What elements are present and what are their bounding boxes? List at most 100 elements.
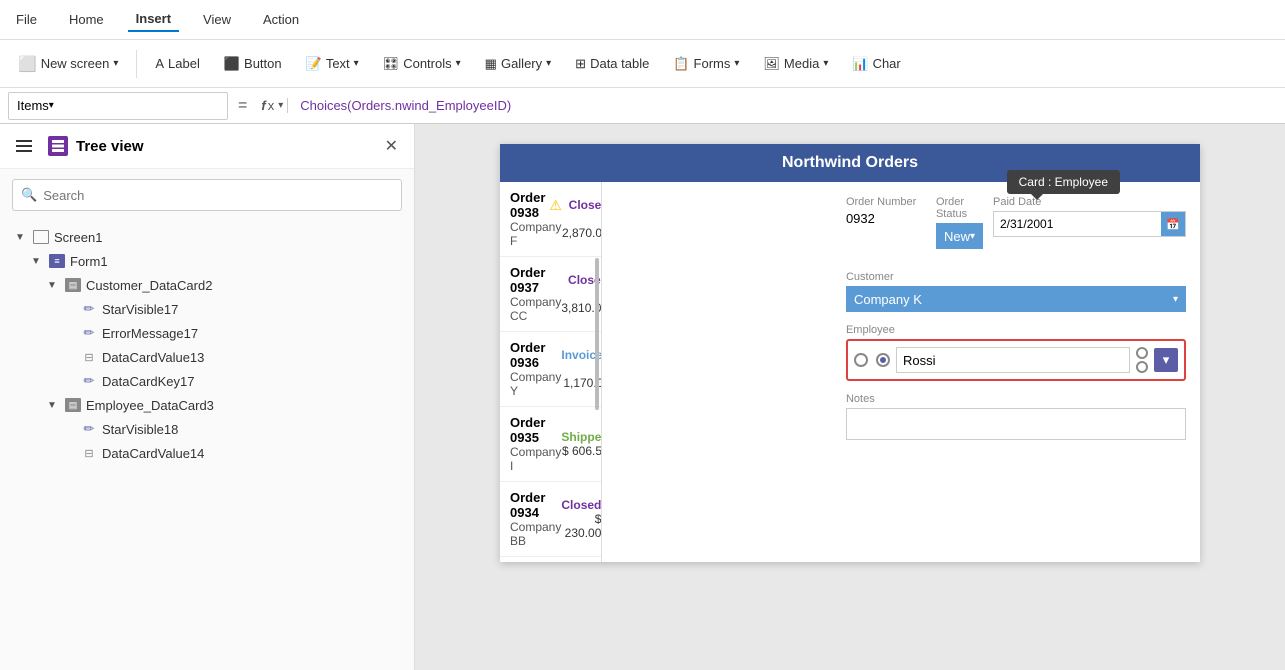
screen1-label: Screen1 [54, 230, 102, 245]
hamburger-menu[interactable] [16, 140, 32, 152]
controls-icon: 🎛 [383, 56, 400, 72]
order-status-select[interactable]: New ▾ [936, 223, 983, 249]
label-button[interactable]: A Label [145, 46, 209, 82]
preview-body: Order 0938 ⚠ Company F Closed $ 2,870.00… [500, 182, 1200, 562]
tree-item-form1[interactable]: ▼ ≡ Form1 [0, 249, 414, 273]
sep1 [136, 50, 137, 78]
paid-date-input[interactable] [994, 214, 1161, 234]
gallery-icon: ▦ [485, 56, 497, 72]
button-button[interactable]: ⬛ Button [214, 46, 292, 82]
controls-chevron: ▾ [456, 58, 461, 69]
card-tooltip: Card : Employee [1007, 170, 1120, 194]
property-dropdown[interactable]: Items ▾ [8, 92, 228, 120]
media-button[interactable]: 🖼 Media ▾ [753, 46, 838, 82]
expand-arrow: ▾ [278, 100, 283, 111]
new-screen-chevron: ▾ [113, 58, 118, 69]
equals-symbol: = [234, 97, 251, 115]
tree-item-errormessage17[interactable]: ▶ ✏ ErrorMessage17 [0, 321, 414, 345]
app-title: Northwind Orders [782, 154, 918, 171]
tree-item-starvisible17[interactable]: ▶ ✏ StarVisible17 [0, 297, 414, 321]
data-table-icon: ⊞ [575, 56, 586, 72]
tree-view: ▼ Screen1 ▼ ≡ Form1 ▼ ▤ Customer_DataCar… [0, 221, 414, 670]
form1-label: Form1 [70, 254, 108, 269]
main-layout: Tree view ✕ 🔍 ▼ Screen1 ▼ ≡ Form1 ▼ [0, 124, 1285, 670]
notes-input[interactable] [846, 408, 1186, 440]
order-status-value: New [944, 229, 970, 244]
order-item-0936[interactable]: Order 0936 Company Y Invoiced $ 1,170.00… [500, 332, 601, 407]
menu-view[interactable]: View [195, 8, 239, 31]
menu-file[interactable]: File [8, 8, 45, 31]
employee-datacard3-label: Employee_DataCard3 [86, 398, 214, 413]
tree-item-customer-datacard2[interactable]: ▼ ▤ Customer_DataCard2 [0, 273, 414, 297]
order-company: Company BB [510, 520, 561, 548]
sidebar: Tree view ✕ 🔍 ▼ Screen1 ▼ ≡ Form1 ▼ [0, 124, 415, 670]
tree-item-datacardvalue14[interactable]: ▶ ⊟ DataCardValue14 [0, 441, 414, 465]
tree-item-datacardkey17[interactable]: ▶ ✏ DataCardKey17 [0, 369, 414, 393]
forms-button[interactable]: 📋 Forms ▾ [663, 46, 749, 82]
employee-dropdown-btn[interactable]: ▾ [1154, 348, 1178, 372]
customer-select[interactable]: Company K ▾ [846, 286, 1186, 312]
sidebar-close-button[interactable]: ✕ [385, 136, 398, 156]
detail-panel: Card : Employee Order Number 0932 Order … [832, 182, 1200, 562]
text-button[interactable]: 📝 Text ▾ [296, 46, 369, 82]
order-number: Order 0938 [510, 190, 545, 220]
canvas: Northwind Orders Order 0938 ⚠ Company F [415, 124, 1285, 670]
order-number: Order 0934 [510, 490, 561, 520]
formula-input[interactable] [294, 92, 1277, 120]
card-icon: ▤ [64, 396, 82, 414]
tree-item-starvisible18[interactable]: ▶ ✏ StarVisible18 [0, 417, 414, 441]
tree-item-datacardvalue13[interactable]: ▶ ⊟ DataCardValue13 [0, 345, 414, 369]
combo-up[interactable] [1136, 347, 1148, 359]
order-item-0933[interactable]: Order 0933 Company A New $ 736.00 › [500, 557, 601, 562]
button-icon: ⬛ [224, 56, 240, 72]
customer-label: Customer [846, 271, 1186, 283]
combo-controls [1136, 347, 1148, 373]
edit-icon: ✏ [80, 372, 98, 390]
order-item-0935[interactable]: Order 0935 Company I Shipped $ 606.50 › [500, 407, 601, 482]
order-number: Order 0936 [510, 340, 561, 370]
notes-label: Notes [846, 393, 1186, 405]
controls-button[interactable]: 🎛 Controls ▾ [373, 46, 471, 82]
expand-arrow: ▼ [44, 400, 60, 411]
tree-item-screen1[interactable]: ▼ Screen1 [0, 225, 414, 249]
order-status: Shipped [561, 430, 602, 444]
order-company: Company Y [510, 370, 561, 398]
scrollbar[interactable] [595, 258, 599, 410]
menu-action[interactable]: Action [255, 8, 307, 31]
order-item-0937[interactable]: Order 0937 Company CC Closed $ 3,810.00 … [500, 257, 601, 332]
sidebar-title: Tree view [76, 138, 377, 155]
order-amount: $ 2,870.00 [562, 212, 602, 240]
order-amount: $ 230.00 [561, 512, 601, 540]
order-number-value: 0932 [846, 211, 926, 226]
radio-option-2[interactable] [876, 353, 890, 367]
order-number-label: Order Number [846, 196, 926, 208]
calendar-icon[interactable]: 📅 [1161, 212, 1185, 236]
fx-button[interactable]: f x ▾ [257, 98, 288, 113]
order-item-0938[interactable]: Order 0938 ⚠ Company F Closed $ 2,870.00… [500, 182, 601, 257]
tree-item-employee-datacard3[interactable]: ▼ ▤ Employee_DataCard3 [0, 393, 414, 417]
new-screen-button[interactable]: ⬜ New screen ▾ [8, 46, 128, 82]
toolbar: ⬜ New screen ▾ A Label ⬛ Button 📝 Text ▾… [0, 40, 1285, 88]
errormessage17-label: ErrorMessage17 [102, 326, 198, 341]
chart-button[interactable]: 📊 Char [842, 46, 910, 82]
menu-insert[interactable]: Insert [128, 7, 179, 32]
app-preview: Northwind Orders Order 0938 ⚠ Company F [500, 144, 1200, 562]
gallery-button[interactable]: ▦ Gallery ▾ [475, 46, 562, 82]
order-item-0934[interactable]: Order 0934 Company BB Closed $ 230.00 › [500, 482, 601, 557]
text-chevron: ▾ [354, 58, 359, 69]
employee-label: Employee [846, 324, 1186, 336]
media-chevron: ▾ [823, 58, 828, 69]
combo-down[interactable] [1136, 361, 1148, 373]
order-company: Company I [510, 445, 561, 473]
sidebar-header: Tree view ✕ [0, 124, 414, 169]
menu-home[interactable]: Home [61, 8, 112, 31]
card-icon: ▤ [64, 276, 82, 294]
search-input[interactable] [43, 188, 393, 203]
employee-input[interactable] [896, 347, 1130, 373]
order-status-field: Order Status New ▾ [936, 196, 983, 249]
radio-option-1[interactable] [854, 353, 868, 367]
data-table-button[interactable]: ⊞ Data table [565, 46, 659, 82]
data-icon: ⊟ [80, 444, 98, 462]
employee-field: Employee ▾ [846, 324, 1186, 381]
row-1: Order Number 0932 Order Status New ▾ Pai… [846, 196, 1186, 261]
